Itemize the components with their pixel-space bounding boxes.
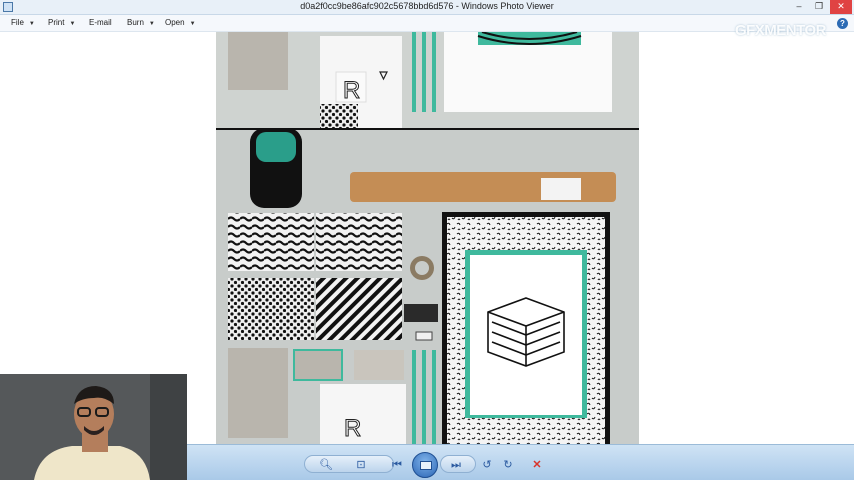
stationery-mockup-image: R R [216,32,639,444]
letter-mark-lower: R [344,415,361,442]
slideshow-icon [420,461,432,470]
magnifier-icon[interactable]: 🔍︎ [314,457,338,473]
window-title: d0a2f0cc9be86afc902c5678bbd6d576 - Windo… [300,1,554,11]
displayed-photo[interactable]: R R [216,32,639,444]
menu-file[interactable]: File ▼ [11,18,35,27]
menu-open[interactable]: Open ▼ [165,18,196,27]
delete-icon[interactable]: ✕ [529,457,545,473]
presenter-video [0,374,187,480]
rotate-counterclockwise-icon[interactable]: ↺ [479,457,495,473]
watermark-logo: GFXMENTOR [734,22,827,39]
title-bar: d0a2f0cc9be86afc902c5678bbd6d576 - Windo… [0,0,854,15]
minimize-button[interactable]: – [788,0,810,14]
chevron-down-icon: ▼ [28,21,35,27]
actual-size-icon[interactable]: ⊡ [352,457,370,473]
next-icon[interactable]: ⏭ [447,457,465,473]
menu-burn-label: Burn [127,18,144,27]
menu-file-label: File [11,18,24,27]
menu-print-label: Print [48,18,65,27]
help-icon[interactable]: ? [837,18,848,29]
chevron-down-icon: ▼ [148,21,155,27]
menu-print[interactable]: Print ▼ [48,18,75,27]
slideshow-button[interactable] [412,452,438,478]
rotate-clockwise-icon[interactable]: ↻ [500,457,516,473]
previous-icon[interactable]: ⏮ [388,457,406,473]
chevron-down-icon: ▼ [69,21,76,27]
letter-mark: R [343,77,360,104]
menu-bar: File ▼ Print ▼ E-mail Burn ▼ Open ▼ ? [0,15,854,32]
restore-button[interactable]: ❐ [808,0,830,14]
menu-open-label: Open [165,18,185,27]
close-button[interactable]: ✕ [830,0,852,14]
chevron-down-icon: ▼ [189,21,196,27]
menu-burn[interactable]: Burn ▼ [127,18,155,27]
webcam-overlay [0,374,187,480]
menu-email[interactable]: E-mail [89,18,112,27]
menu-email-label: E-mail [89,18,112,27]
